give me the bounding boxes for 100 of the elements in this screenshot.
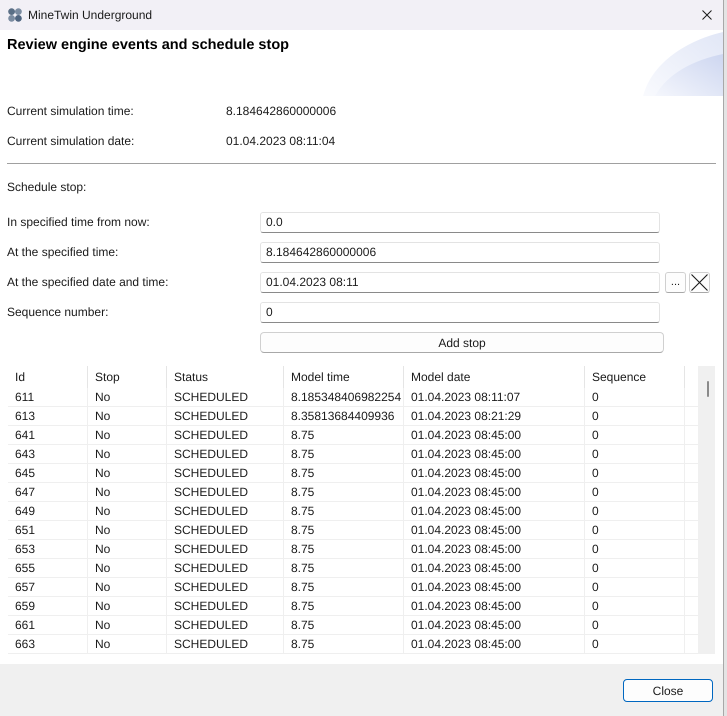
table-cell: 0 bbox=[585, 540, 685, 559]
table-cell: 663 bbox=[8, 635, 88, 654]
field-label: At the specified time: bbox=[7, 244, 120, 261]
table-cell: SCHEDULED bbox=[167, 483, 284, 502]
table-cell: 611 bbox=[8, 388, 88, 407]
table-cell: 659 bbox=[8, 597, 88, 616]
text-field[interactable]: 8.184642860000006 bbox=[260, 242, 660, 262]
table-cell: 01.04.2023 08:11:07 bbox=[404, 388, 585, 407]
table-cell: SCHEDULED bbox=[167, 426, 284, 445]
dialog-heading: Review engine events and schedule stop bbox=[7, 37, 290, 54]
table-cell: No bbox=[88, 445, 167, 464]
table-cell: SCHEDULED bbox=[167, 407, 284, 426]
table-cell: 661 bbox=[8, 616, 88, 635]
table-cell: 01.04.2023 08:45:00 bbox=[404, 502, 585, 521]
text-field[interactable]: 0 bbox=[260, 302, 660, 322]
table-cell: 01.04.2023 08:45:00 bbox=[404, 597, 585, 616]
table-cell: 8.35813684409936 bbox=[284, 407, 404, 426]
table-cell: 8.75 bbox=[284, 597, 404, 616]
table-cell: 8.185348406982254 bbox=[284, 388, 404, 407]
table-cell: 01.04.2023 08:45:00 bbox=[404, 483, 585, 502]
table-cell: 641 bbox=[8, 426, 88, 445]
table-cell: 0 bbox=[585, 521, 685, 540]
table-cell: 651 bbox=[8, 521, 88, 540]
scrollbar-thumb[interactable] bbox=[707, 381, 709, 397]
table-cell: SCHEDULED bbox=[167, 502, 284, 521]
table-cell: 8.75 bbox=[284, 521, 404, 540]
table-cell: SCHEDULED bbox=[167, 464, 284, 483]
table-cell: 657 bbox=[8, 578, 88, 597]
table-cell: 8.75 bbox=[284, 559, 404, 578]
window-title: MineTwin Underground bbox=[28, 7, 152, 24]
table-cell: 645 bbox=[8, 464, 88, 483]
table-cell: 655 bbox=[8, 559, 88, 578]
table-cell: No bbox=[88, 464, 167, 483]
app-logo-icon bbox=[8, 8, 22, 22]
table-cell: 0 bbox=[585, 426, 685, 445]
table-cell: SCHEDULED bbox=[167, 445, 284, 464]
add-stop-button[interactable]: Add stop bbox=[260, 332, 664, 353]
field-label: At the specified date and time: bbox=[7, 274, 170, 291]
table-cell: 8.75 bbox=[284, 426, 404, 445]
info-label: Current simulation date: bbox=[7, 133, 136, 150]
table-cell: 0 bbox=[585, 635, 685, 654]
browse-button[interactable]: ... bbox=[665, 272, 686, 292]
table-cell: 01.04.2023 08:45:00 bbox=[404, 445, 585, 464]
cross-icon bbox=[691, 274, 708, 290]
table-cell: No bbox=[88, 388, 167, 407]
scrollbar[interactable] bbox=[698, 366, 715, 654]
text-field[interactable]: 0.0 bbox=[260, 212, 660, 232]
table-cell: 8.75 bbox=[284, 540, 404, 559]
table-cell: 01.04.2023 08:45:00 bbox=[404, 426, 585, 445]
table-cell: 01.04.2023 08:45:00 bbox=[404, 521, 585, 540]
table-cell: 653 bbox=[8, 540, 88, 559]
table-cell: 01.04.2023 08:45:00 bbox=[404, 635, 585, 654]
table-cell: 0 bbox=[585, 559, 685, 578]
table-cell: SCHEDULED bbox=[167, 635, 284, 654]
close-icon bbox=[702, 10, 712, 20]
table-cell: No bbox=[88, 483, 167, 502]
table-cell: 0 bbox=[585, 597, 685, 616]
table-cell: SCHEDULED bbox=[167, 521, 284, 540]
table-cell: SCHEDULED bbox=[167, 616, 284, 635]
clear-button[interactable] bbox=[689, 272, 710, 292]
table-cell: 01.04.2023 08:45:00 bbox=[404, 464, 585, 483]
table-cell: SCHEDULED bbox=[167, 578, 284, 597]
table-cell: 8.75 bbox=[284, 616, 404, 635]
info-value: 8.184642860000006 bbox=[226, 103, 336, 120]
table-cell: 8.75 bbox=[284, 578, 404, 597]
close-button[interactable]: Close bbox=[623, 679, 713, 702]
table-cell: SCHEDULED bbox=[167, 388, 284, 407]
table-cell: 8.75 bbox=[284, 483, 404, 502]
table-cell: 649 bbox=[8, 502, 88, 521]
table-cell: No bbox=[88, 540, 167, 559]
table-cell: 643 bbox=[8, 445, 88, 464]
date-time-field[interactable]: 01.04.2023 08:11 bbox=[260, 272, 660, 292]
table-cell: 0 bbox=[585, 407, 685, 426]
table-cell: 01.04.2023 08:45:00 bbox=[404, 616, 585, 635]
table-cell: 0 bbox=[585, 464, 685, 483]
table-cell: No bbox=[88, 521, 167, 540]
table-cell: No bbox=[88, 559, 167, 578]
table-cell: 0 bbox=[585, 483, 685, 502]
table-cell: 8.75 bbox=[284, 445, 404, 464]
table-cell: SCHEDULED bbox=[167, 597, 284, 616]
table-cell: 0 bbox=[585, 502, 685, 521]
table-cell: 647 bbox=[8, 483, 88, 502]
table-cell: No bbox=[88, 426, 167, 445]
table-cell: 0 bbox=[585, 388, 685, 407]
info-value: 01.04.2023 08:11:04 bbox=[226, 133, 336, 150]
table-cell: No bbox=[88, 616, 167, 635]
table-cell: No bbox=[88, 597, 167, 616]
table-cell: 8.75 bbox=[284, 464, 404, 483]
table-cell: SCHEDULED bbox=[167, 540, 284, 559]
table-cell: No bbox=[88, 407, 167, 426]
table-cell: 0 bbox=[585, 578, 685, 597]
table-cell: No bbox=[88, 578, 167, 597]
section-label: Schedule stop: bbox=[7, 179, 86, 196]
table-cell: 0 bbox=[585, 445, 685, 464]
table-cell: 01.04.2023 08:45:00 bbox=[404, 559, 585, 578]
table-cell: SCHEDULED bbox=[167, 559, 284, 578]
table-cell: 01.04.2023 08:45:00 bbox=[404, 578, 585, 597]
table-cell: 01.04.2023 08:45:00 bbox=[404, 540, 585, 559]
table-cell: 8.75 bbox=[284, 502, 404, 521]
table-cell: 613 bbox=[8, 407, 88, 426]
